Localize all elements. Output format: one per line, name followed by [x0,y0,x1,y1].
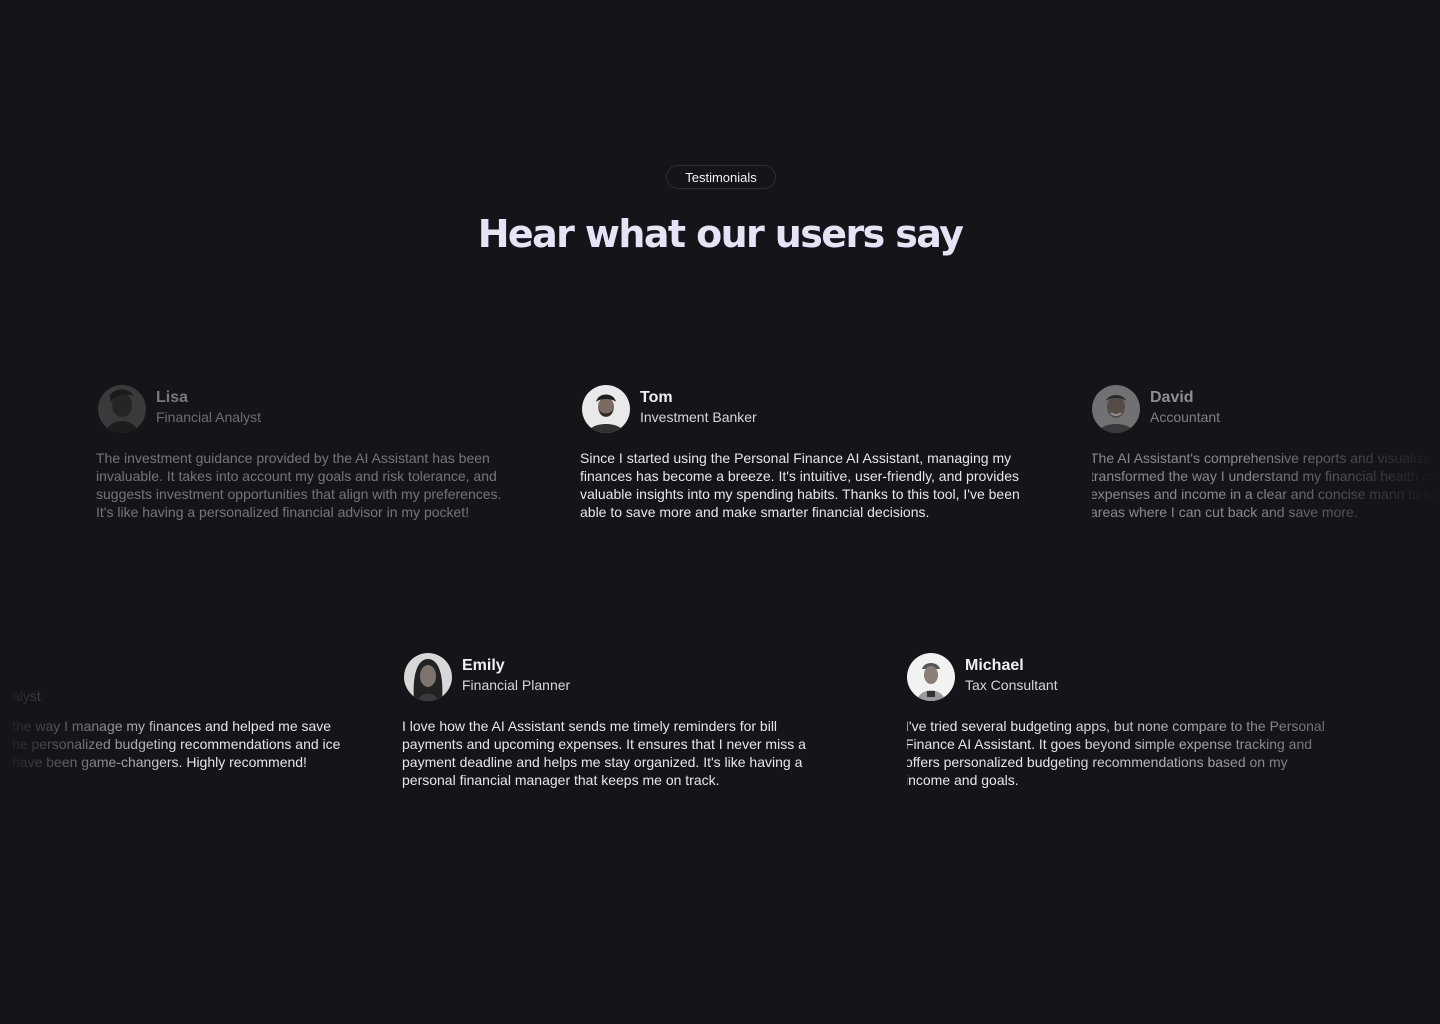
author-name: Emily [462,657,505,674]
testimonial-card-lisa: Lisa Financial Analyst The investment gu… [96,385,548,521]
author-name: David [1150,389,1194,406]
testimonial-quote: I've tried several budgeting apps, but n… [905,718,1325,788]
testimonial-quote: the way I manage my finances and helped … [12,718,341,770]
author-role: alyst [12,688,41,704]
author-role: Investment Banker [640,409,757,425]
section-badge: Testimonials [666,165,776,189]
author-name: Lisa [156,389,189,406]
avatar-david [1092,385,1140,433]
testimonial-card-david: David Accountant The AI Assistant's comp… [1090,385,1440,521]
testimonial-card-emily: Emily Financial Planner I love how the A… [402,653,854,789]
testimonials-section: Testimonials Hear what our users say Lis… [0,0,1440,1024]
testimonial-quote: Since I started using the Personal Finan… [580,450,1020,520]
avatar-tom [582,385,630,433]
author-name: Tom [640,389,673,406]
testimonial-card-michael: Michael Tax Consultant I've tried severa… [905,653,1357,789]
avatar-lisa [98,385,146,433]
testimonial-quote: I love how the AI Assistant sends me tim… [402,718,806,788]
author-role: Tax Consultant [965,677,1058,693]
testimonial-quote: The AI Assistant's comprehensive reports… [1090,450,1440,520]
testimonial-card-tom: Tom Investment Banker Since I started us… [580,385,1032,521]
author-role: Financial Planner [462,677,571,693]
author-role: Financial Analyst [156,409,262,425]
section-title: Hear what our users say [477,212,964,256]
testimonial-card-partial: alyst the way I manage my finances and h… [0,653,345,771]
author-name: Michael [965,657,1024,674]
section-badge-label: Testimonials [685,169,757,185]
author-role: Accountant [1150,409,1221,425]
avatar-emily [404,653,452,701]
avatar-michael [907,653,955,701]
testimonial-quote: The investment guidance provided by the … [96,450,502,520]
